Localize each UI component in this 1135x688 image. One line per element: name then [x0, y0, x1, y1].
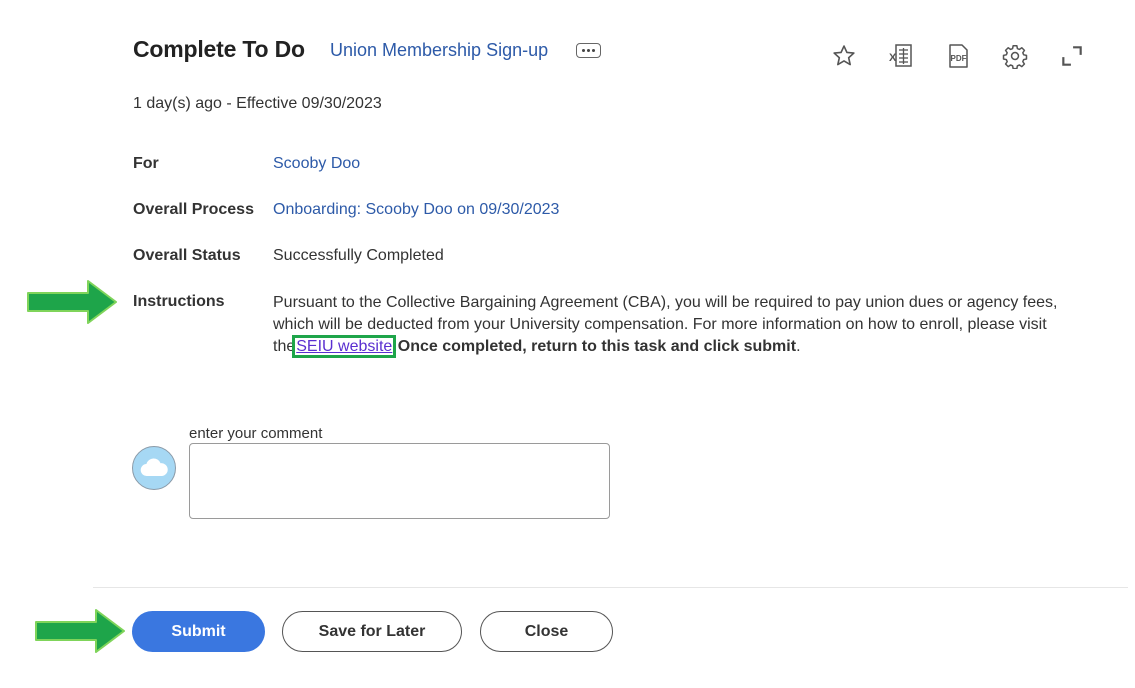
- pdf-export-icon[interactable]: PDF: [944, 42, 972, 70]
- avatar: [132, 446, 176, 490]
- complete-todo-page: Complete To Do Union Membership Sign-up …: [0, 0, 1135, 688]
- for-worker-link[interactable]: Scooby Doo: [273, 155, 360, 173]
- more-horizontal-icon-dot: [587, 49, 590, 52]
- instructions-text-after: .: [796, 338, 801, 355]
- gear-icon[interactable]: [1001, 42, 1029, 70]
- page-title: Complete To Do: [133, 36, 305, 62]
- cloud-icon: [140, 458, 168, 477]
- footer-divider: [93, 587, 1128, 588]
- instructions-text: Pursuant to the Collective Bargaining Ag…: [273, 292, 1093, 358]
- comment-input[interactable]: [189, 443, 610, 519]
- related-actions-button[interactable]: [576, 43, 601, 58]
- save-for-later-button[interactable]: Save for Later: [282, 611, 462, 652]
- business-process-link[interactable]: Union Membership Sign-up: [330, 40, 548, 61]
- seiu-website-link[interactable]: SEIU website: [292, 335, 397, 358]
- svg-text:PDF: PDF: [951, 54, 967, 63]
- more-horizontal-icon: [582, 49, 585, 52]
- svg-text:X: X: [889, 52, 897, 64]
- overall-process-label: Overall Process: [133, 201, 254, 218]
- for-label: For: [133, 155, 159, 172]
- submit-button[interactable]: Submit: [132, 611, 265, 652]
- expand-icon[interactable]: [1058, 42, 1086, 70]
- instructions-bold-text: Once completed, return to this task and …: [393, 338, 797, 355]
- highlight-arrow-icon: [35, 609, 125, 653]
- comment-label: enter your comment: [189, 425, 323, 442]
- more-horizontal-icon-dot: [592, 49, 595, 52]
- overall-process-link[interactable]: Onboarding: Scooby Doo on 09/30/2023: [273, 201, 559, 219]
- star-icon[interactable]: [830, 42, 858, 70]
- overall-status-value: Successfully Completed: [273, 247, 444, 264]
- excel-export-icon[interactable]: X: [887, 42, 915, 70]
- close-button[interactable]: Close: [480, 611, 613, 652]
- effective-date-line: 1 day(s) ago - Effective 09/30/2023: [133, 95, 382, 112]
- overall-status-label: Overall Status: [133, 247, 241, 264]
- highlight-arrow-icon: [27, 280, 117, 324]
- instructions-label: Instructions: [133, 293, 225, 310]
